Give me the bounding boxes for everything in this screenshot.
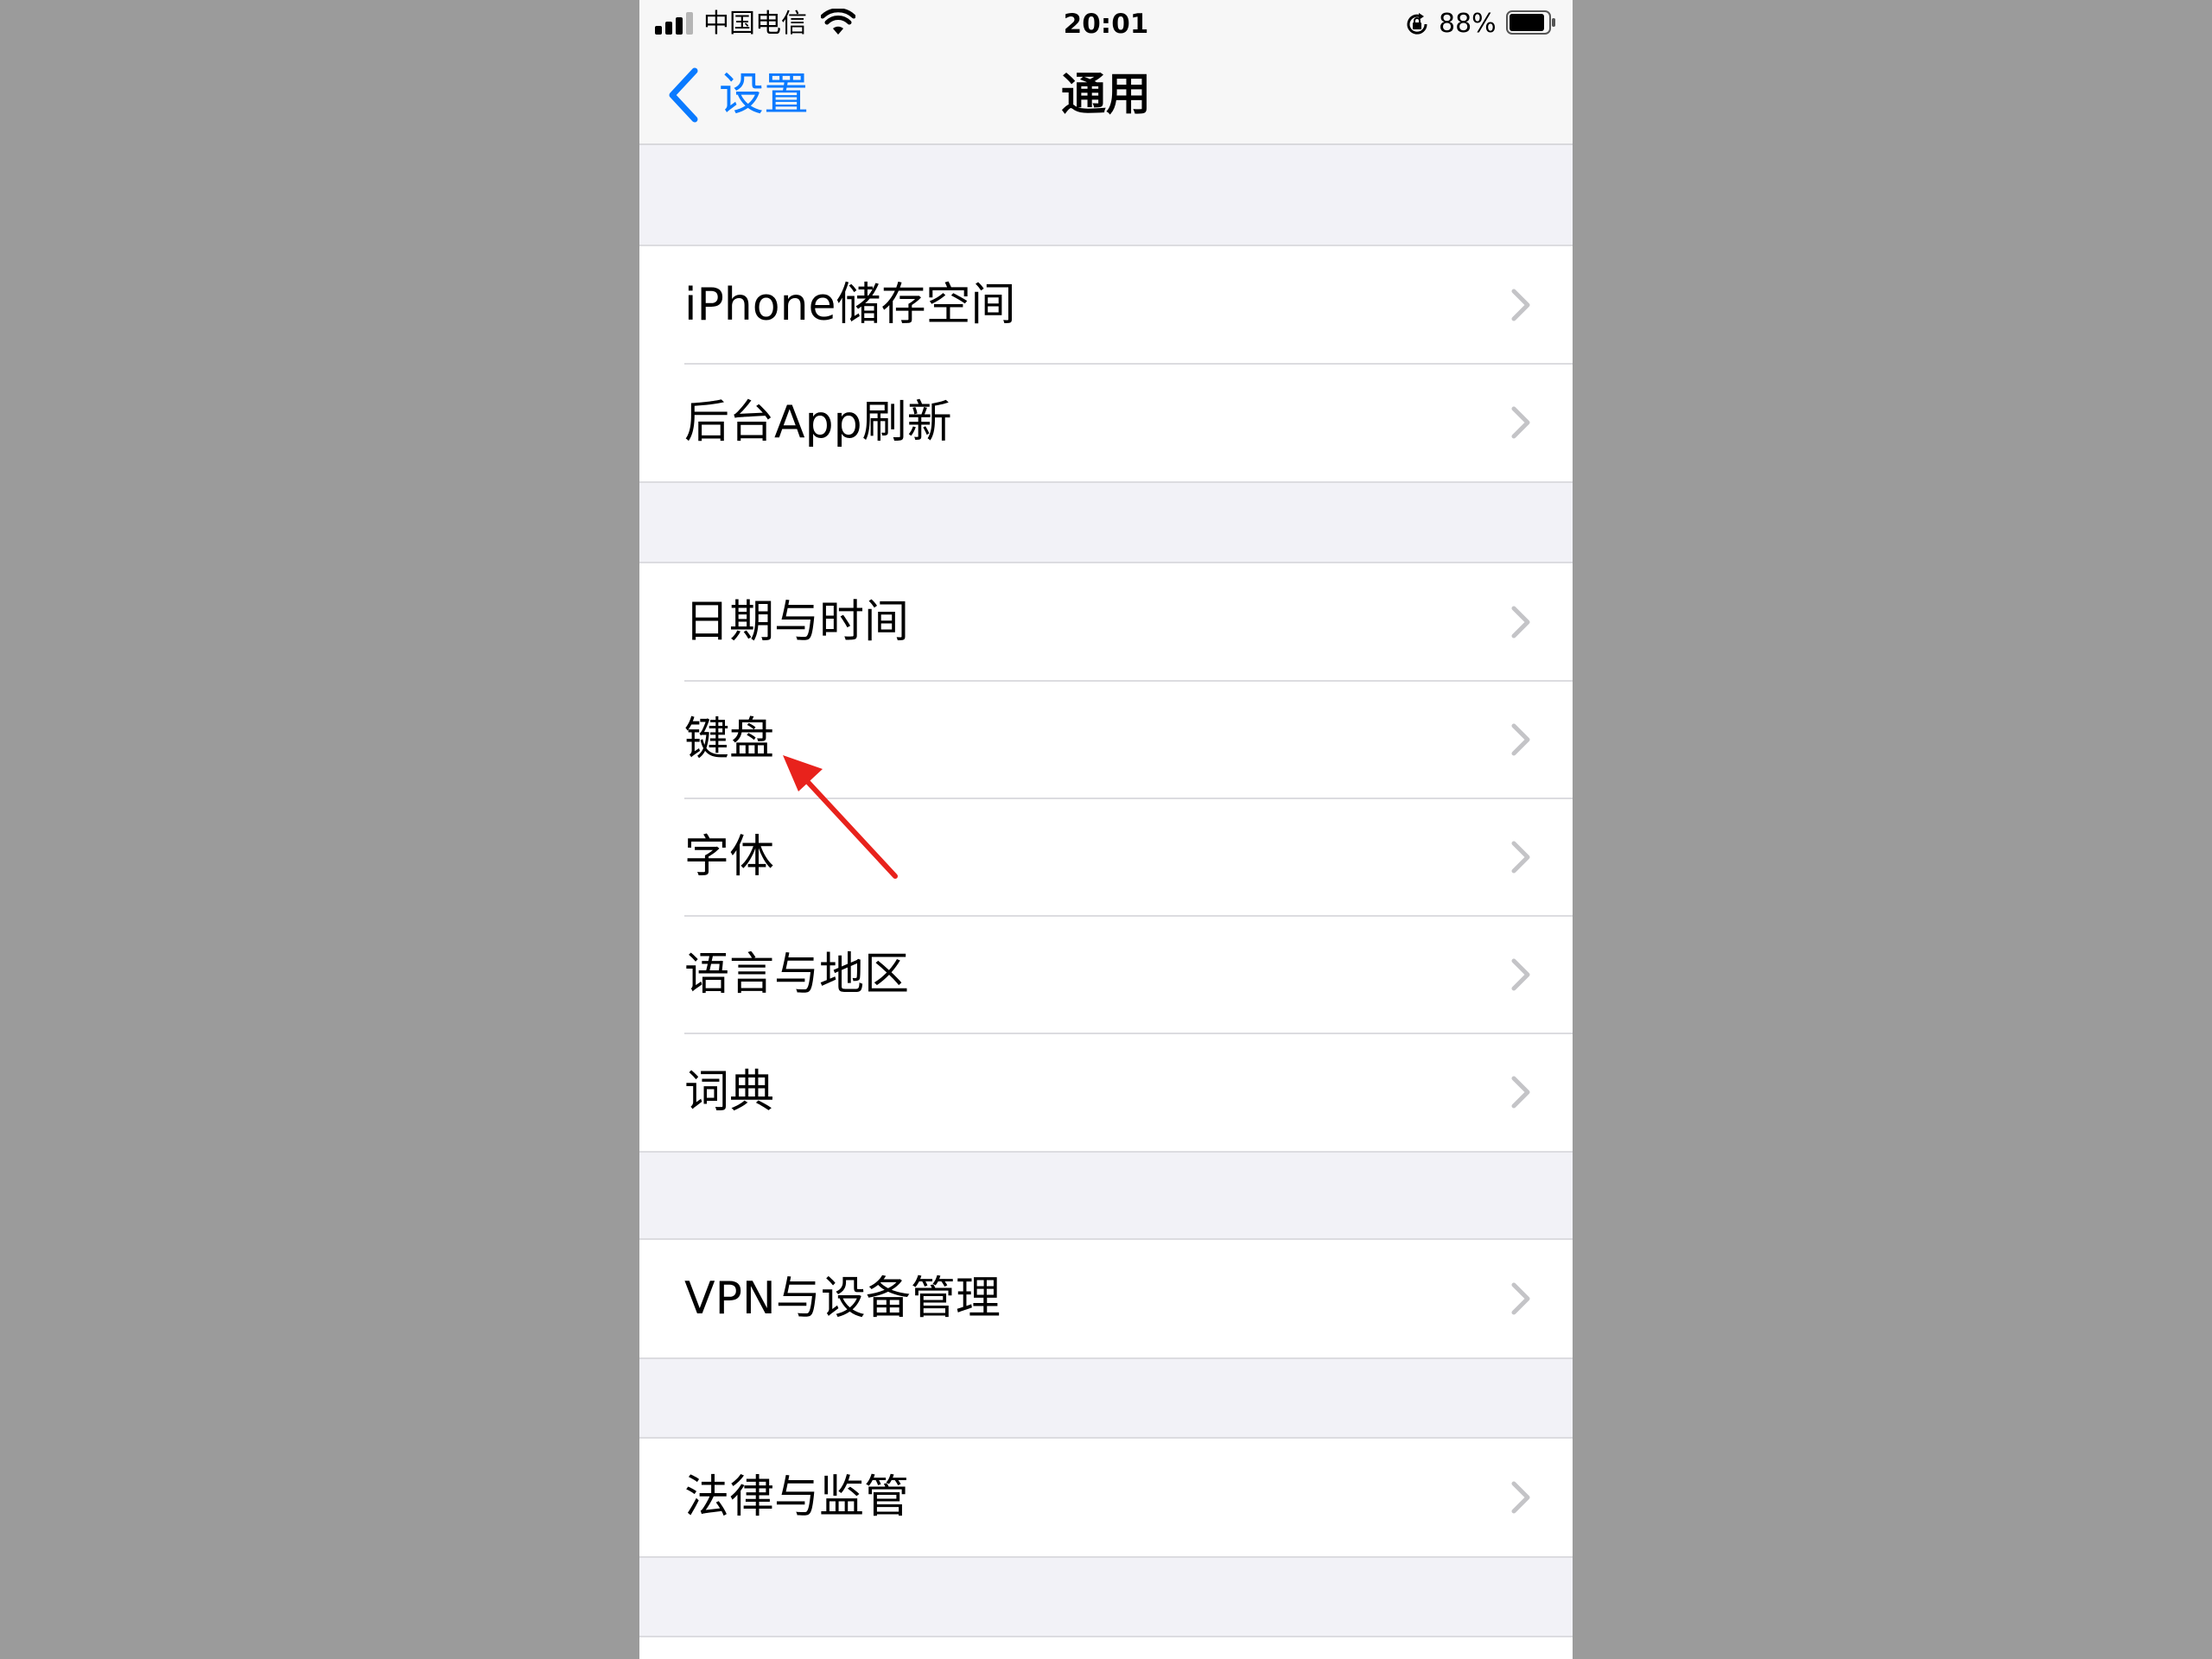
status-time: 20:01 <box>1063 9 1149 40</box>
chevron-right-icon <box>1511 1076 1530 1109</box>
settings-group-legal: 法律与监管 <box>639 1437 1573 1558</box>
row-iphone-storage[interactable]: iPhone储存空间 <box>639 246 1573 364</box>
row-keyboard[interactable]: 键盘 <box>639 680 1573 798</box>
rotation-lock-icon <box>1407 13 1427 35</box>
row-divider <box>684 1033 1573 1034</box>
row-divider <box>684 680 1573 682</box>
row-legal-regulatory[interactable]: 法律与监管 <box>639 1439 1573 1556</box>
row-label: 词典 <box>684 1066 775 1118</box>
row-label: 字体 <box>684 831 775 883</box>
battery-icon <box>1506 10 1555 35</box>
page-title: 通用 <box>1060 69 1151 121</box>
battery-percent: 88% <box>1439 9 1497 39</box>
row-date-time[interactable]: 日期与时间 <box>639 563 1573 681</box>
phone-screen: 中国电信 20:01 88% 设置 通用 iPhone储存空间 后台App刷新 … <box>639 0 1573 1659</box>
chevron-right-icon <box>1511 406 1530 439</box>
row-label: iPhone储存空间 <box>684 279 1016 331</box>
row-dictionary[interactable]: 词典 <box>639 1033 1573 1151</box>
chevron-right-icon <box>1511 841 1530 874</box>
chevron-right-icon <box>1511 723 1530 756</box>
row-label: 键盘 <box>684 714 775 766</box>
row-divider <box>684 798 1573 799</box>
chevron-right-icon <box>1511 289 1530 321</box>
chevron-right-icon <box>1511 606 1530 639</box>
chevron-right-icon <box>1511 1481 1530 1514</box>
row-label: VPN与设备管理 <box>684 1273 1001 1325</box>
chevron-right-icon <box>1511 958 1530 991</box>
row-fonts[interactable]: 字体 <box>639 798 1573 916</box>
row-language-region[interactable]: 语言与地区 <box>639 915 1573 1033</box>
row-background-app-refresh[interactable]: 后台App刷新 <box>639 363 1573 481</box>
row-label: 日期与时间 <box>684 596 910 648</box>
status-bar: 中国电信 20:01 88% <box>639 0 1573 48</box>
navigation-bar: 设置 通用 <box>639 48 1573 145</box>
settings-group-partial <box>639 1636 1573 1659</box>
row-label: 法律与监管 <box>684 1471 910 1523</box>
settings-group-locale: 日期与时间 键盘 字体 语言与地区 词典 <box>639 562 1573 1153</box>
settings-group-storage: iPhone储存空间 后台App刷新 <box>639 245 1573 483</box>
settings-group-vpn: VPN与设备管理 <box>639 1238 1573 1359</box>
row-label: 语言与地区 <box>684 949 910 1001</box>
chevron-right-icon <box>1511 1282 1530 1315</box>
row-vpn-device-management[interactable]: VPN与设备管理 <box>639 1240 1573 1357</box>
row-label: 后台App刷新 <box>684 397 952 448</box>
